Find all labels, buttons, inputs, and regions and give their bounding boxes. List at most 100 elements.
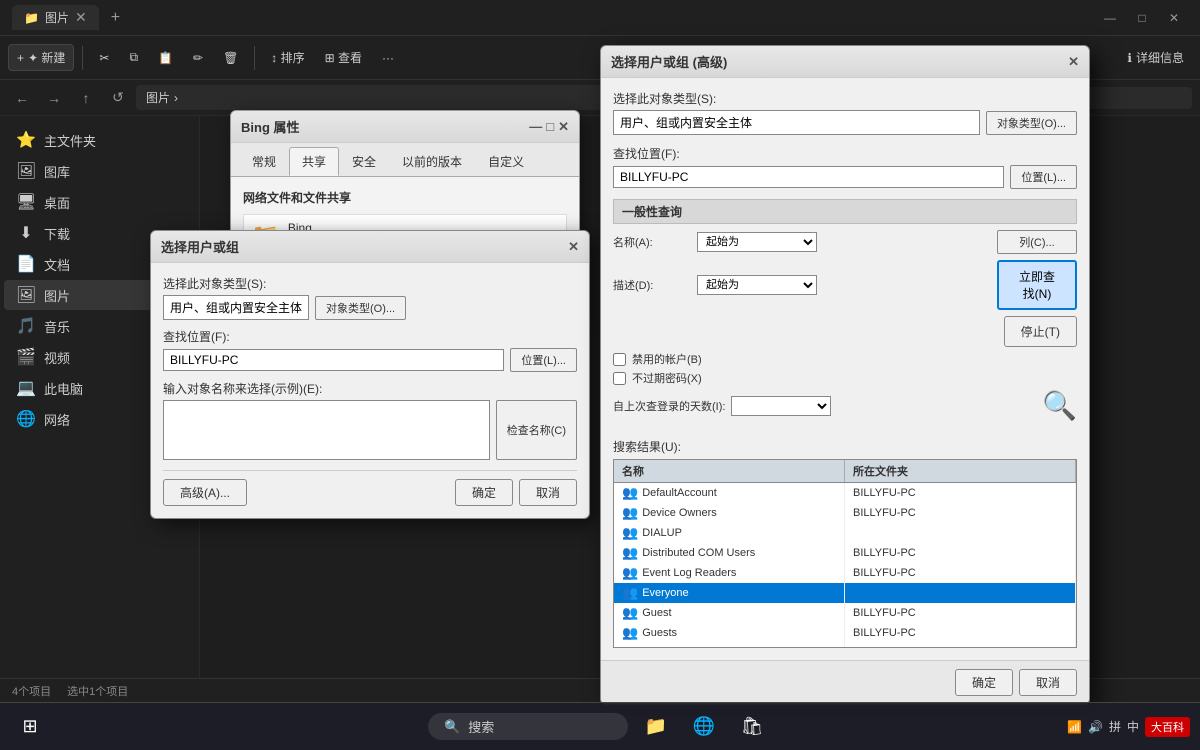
close-btn[interactable]: ✕	[1160, 8, 1188, 28]
title-tab[interactable]: 📁 图片 ✕	[12, 5, 99, 30]
object-type-btn[interactable]: 对象类型(O)...	[315, 296, 406, 320]
select-user-cancel-btn[interactable]: 取消	[519, 479, 577, 506]
search-placeholder: 搜索	[468, 717, 494, 736]
results-table[interactable]: 名称 所在文件夹 👥DefaultAccount BILLYFU-PC 👥Dev…	[613, 459, 1077, 648]
result-loc-3: BILLYFU-PC	[845, 543, 1076, 563]
input-name-field[interactable]	[163, 400, 490, 460]
taskbar-ime[interactable]: 拼	[1109, 718, 1121, 735]
new-tab-btn[interactable]: +	[111, 9, 120, 27]
user-icon-6: 👥	[622, 605, 638, 621]
sidebar-label-music: 音乐	[44, 317, 70, 336]
col-location: 所在文件夹	[845, 460, 1076, 482]
start-btn[interactable]: ⊞	[10, 707, 50, 747]
copy-button[interactable]: ⧉	[121, 46, 146, 69]
location-row: 查找位置(F): BILLYFU-PC 位置(L)...	[163, 328, 577, 372]
sidebar-item-home[interactable]: ⭐ 主文件夹	[4, 125, 195, 155]
result-name-0: 👥DefaultAccount	[614, 483, 845, 503]
adv-location-btn[interactable]: 位置(L)...	[1010, 165, 1077, 189]
view-button[interactable]: ⊞ 查看	[317, 45, 370, 70]
paste-button[interactable]: 📋	[150, 47, 181, 69]
select-user-ok-btn[interactable]: 确定	[455, 479, 513, 506]
result-row-8[interactable]: 👥Hyper-V Administrators BILLYFU-PC	[614, 643, 1076, 648]
taskbar-search[interactable]: 🔍 搜索	[428, 713, 628, 740]
taskbar: ⊞ 🔍 搜索 📁 🌐 🛍 📶 🔊 拼 中 大百科	[0, 702, 1200, 750]
rename-button[interactable]: ✏	[185, 47, 211, 69]
result-row-1[interactable]: 👥Device Owners BILLYFU-PC	[614, 503, 1076, 523]
user-icon-4: 👥	[622, 565, 638, 581]
result-name-6: 👥Guest	[614, 603, 845, 623]
refresh-btn[interactable]: ↺	[104, 84, 132, 112]
result-row-7[interactable]: 👥Guests BILLYFU-PC	[614, 623, 1076, 643]
adv-object-type-btn[interactable]: 对象类型(O)...	[986, 111, 1077, 135]
no-expiry-checkbox[interactable]	[613, 372, 626, 385]
bing-dialog-maximize[interactable]: □	[546, 119, 554, 135]
user-icon-8: 👥	[622, 645, 638, 648]
status-selected: 选中1个项目	[67, 683, 128, 699]
bing-dialog-minimize[interactable]: —	[529, 119, 542, 135]
breadcrumb-path: 图片	[146, 89, 170, 106]
location-value: BILLYFU-PC	[163, 349, 504, 371]
desc-query-label: 描述(D):	[613, 277, 693, 293]
result-loc-8: BILLYFU-PC	[845, 643, 1076, 648]
tab-general[interactable]: 常规	[239, 147, 289, 176]
sidebar-item-desktop[interactable]: 🖥 桌面	[4, 187, 195, 217]
disabled-accounts-checkbox[interactable]	[613, 353, 626, 366]
back-btn[interactable]: ←	[8, 84, 36, 112]
adv-ok-btn[interactable]: 确定	[955, 669, 1013, 696]
taskbar-store-btn[interactable]: 🛍	[732, 707, 772, 747]
sidebar-label-videos: 视频	[44, 348, 70, 367]
result-row-3[interactable]: 👥Distributed COM Users BILLYFU-PC	[614, 543, 1076, 563]
sidebar-item-gallery[interactable]: 🖼 图库	[4, 156, 195, 186]
tab-share[interactable]: 共享	[289, 147, 339, 176]
adv-dialog-close[interactable]: ✕	[1068, 54, 1079, 70]
bing-dialog-close[interactable]: ✕	[558, 119, 569, 135]
sidebar-label-thispc: 此电脑	[44, 379, 83, 398]
taskbar-browser-btn[interactable]: 🌐	[684, 707, 724, 747]
result-name-4: 👥Event Log Readers	[614, 563, 845, 583]
new-icon: +	[17, 51, 24, 65]
more-button[interactable]: ···	[374, 47, 402, 69]
minimize-btn[interactable]: —	[1096, 8, 1124, 28]
advanced-btn[interactable]: 高级(A)...	[163, 479, 247, 506]
sidebar-label-gallery: 图库	[44, 162, 70, 181]
result-row-4[interactable]: 👥Event Log Readers BILLYFU-PC	[614, 563, 1076, 583]
sort-button[interactable]: ↕ 排序	[263, 45, 312, 70]
sidebar-label-downloads: 下载	[44, 224, 70, 243]
window-controls: — □ ✕	[1096, 8, 1188, 28]
find-now-btn[interactable]: 立即查找(N)	[997, 260, 1077, 310]
days-since-select[interactable]	[731, 396, 831, 416]
select-user-close[interactable]: ✕	[568, 239, 579, 255]
forward-btn[interactable]: →	[40, 84, 68, 112]
adv-cancel-btn[interactable]: 取消	[1019, 669, 1077, 696]
desc-query-select[interactable]: 起始为	[697, 275, 817, 295]
taskbar-center: 🔍 搜索 📁 🌐 🛍	[428, 707, 772, 747]
result-row-5[interactable]: 👥Everyone	[614, 583, 1076, 603]
result-row-6[interactable]: 👥Guest BILLYFU-PC	[614, 603, 1076, 623]
stop-btn[interactable]: 停止(T)	[1004, 316, 1077, 347]
user-icon-1: 👥	[622, 505, 638, 521]
adv-object-type-section: 选择此对象类型(S): 用户、组或内置安全主体 对象类型(O)...	[613, 90, 1077, 135]
cut-button[interactable]: ✂	[91, 47, 117, 69]
up-btn[interactable]: ↑	[72, 84, 100, 112]
maximize-btn[interactable]: □	[1128, 8, 1156, 28]
tab-close-icon[interactable]: ✕	[75, 9, 87, 26]
title-bar: 📁 图片 ✕ + — □ ✕	[0, 0, 1200, 36]
user-icon-0: 👥	[622, 485, 638, 501]
check-names-btn[interactable]: 检查名称(C)	[496, 400, 577, 460]
tab-custom[interactable]: 自定义	[475, 147, 537, 176]
taskbar-explorer-btn[interactable]: 📁	[636, 707, 676, 747]
delete-button[interactable]: 🗑	[215, 47, 246, 69]
name-query-select[interactable]: 起始为	[697, 232, 817, 252]
result-row-0[interactable]: 👥DefaultAccount BILLYFU-PC	[614, 483, 1076, 503]
result-row-2[interactable]: 👥DIALUP	[614, 523, 1076, 543]
detail-info-button[interactable]: ℹ 详细信息	[1119, 45, 1192, 70]
advanced-select-user-dialog: 选择用户或组 (高级) ✕ 选择此对象类型(S): 用户、组或内置安全主体 对象…	[600, 45, 1090, 705]
location-btn[interactable]: 位置(L)...	[510, 348, 577, 372]
query-section: 一般性查询 名称(A): 起始为 列(C)... 描述(D): 起始为 立即查找…	[613, 199, 1077, 428]
tab-security[interactable]: 安全	[339, 147, 389, 176]
tab-previous[interactable]: 以前的版本	[389, 147, 475, 176]
search-icon: 🔍	[444, 719, 460, 735]
sidebar-label-documents: 文档	[44, 255, 70, 274]
list-columns-btn[interactable]: 列(C)...	[997, 230, 1077, 254]
new-button[interactable]: + ✦ 新建	[8, 44, 74, 71]
